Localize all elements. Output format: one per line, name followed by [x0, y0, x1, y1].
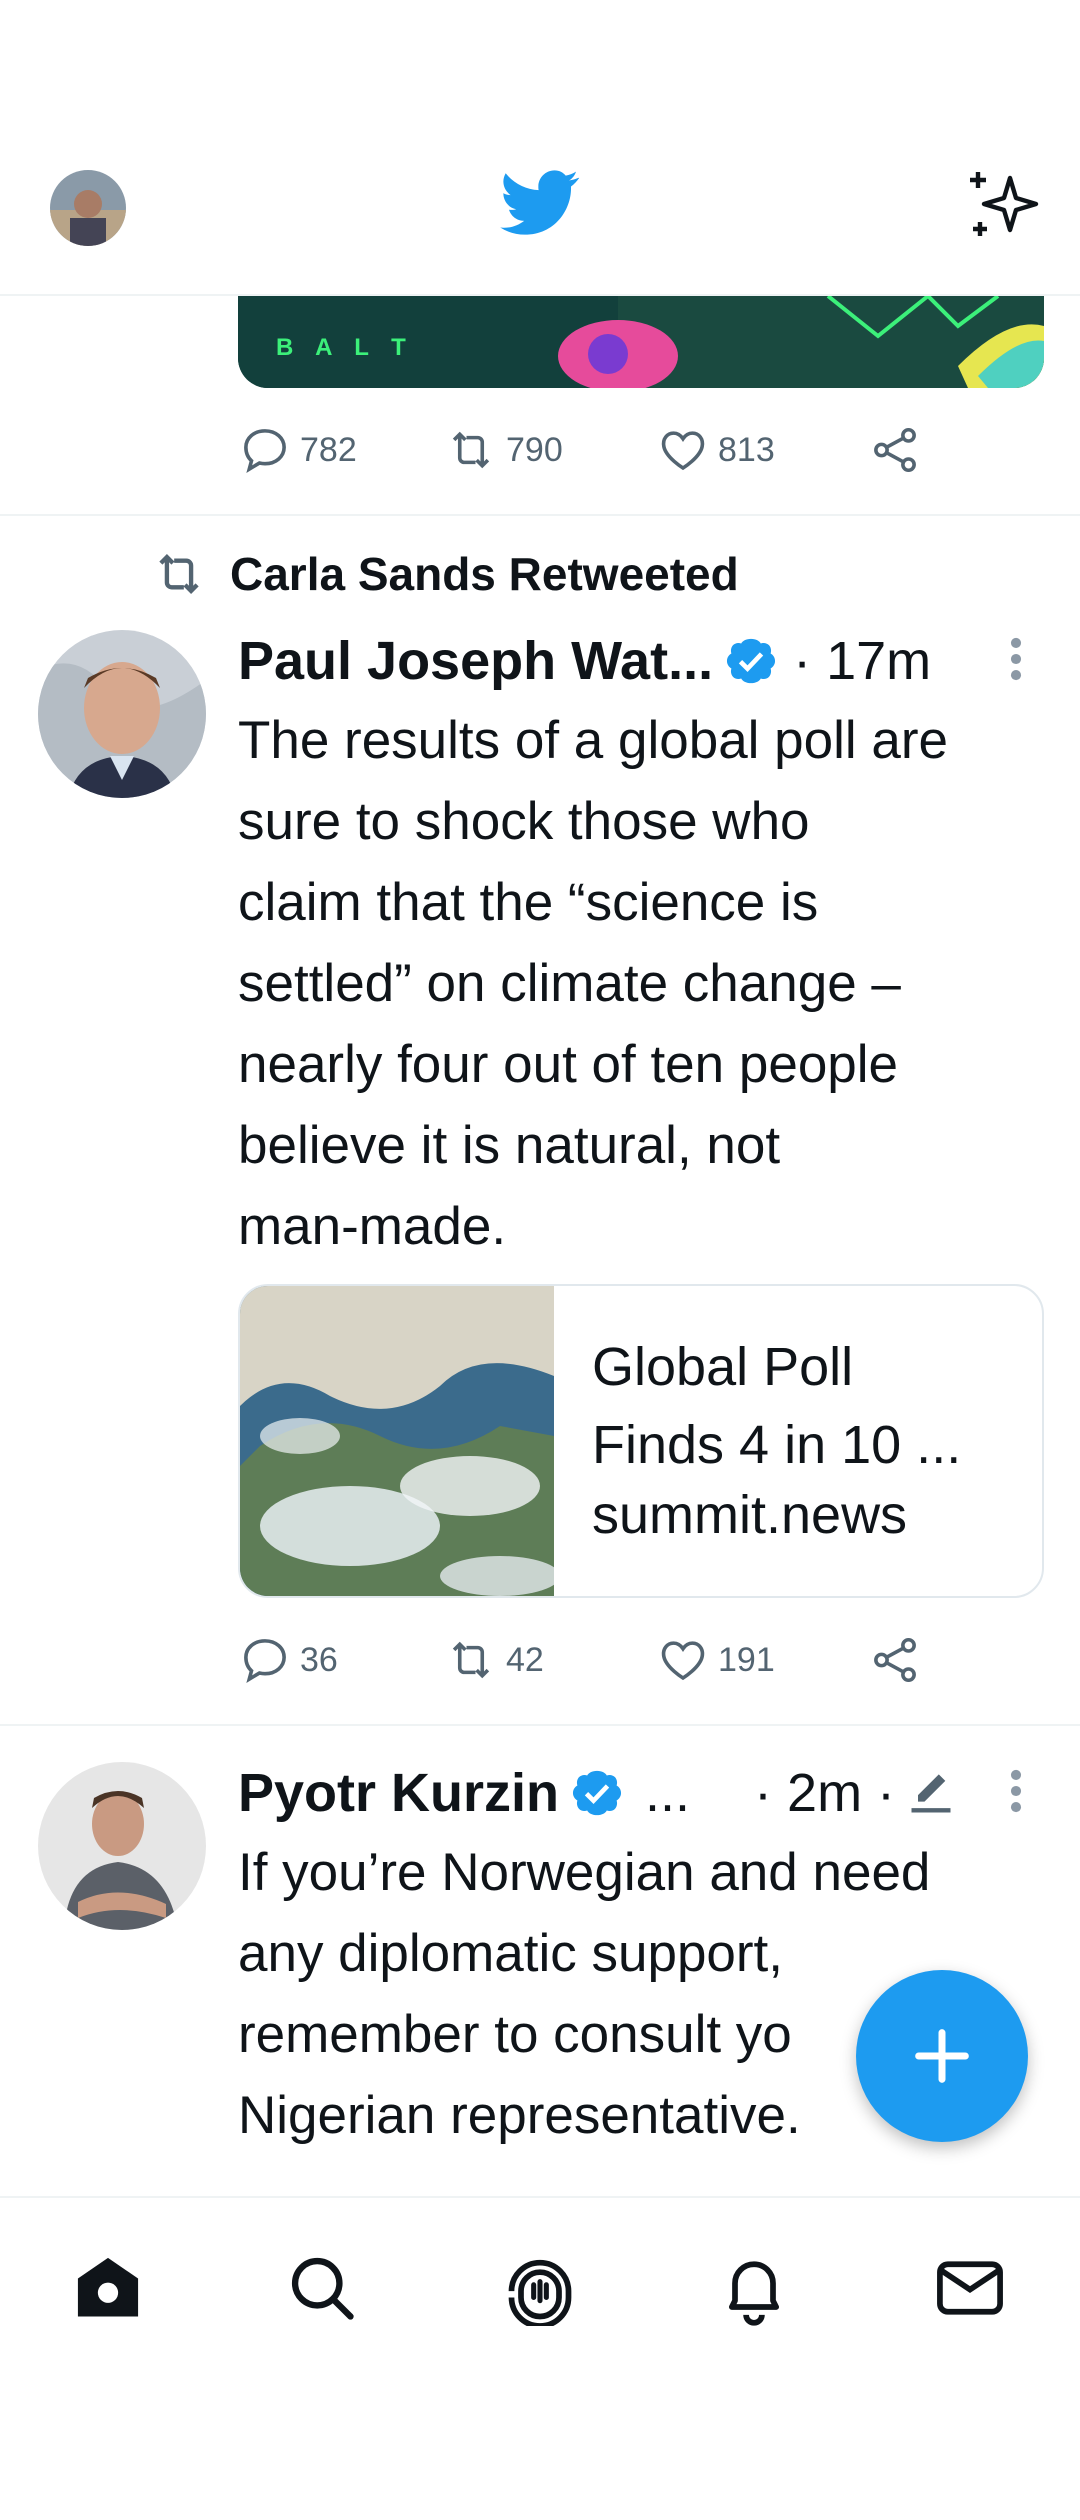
messages-icon[interactable]	[932, 2250, 1008, 2326]
tweet-media-image[interactable]: B A L T	[238, 296, 1044, 388]
tweet-time: · 2m ·	[754, 1763, 896, 1823]
retweet-button[interactable]: 790	[444, 420, 563, 480]
top-app-bar	[0, 0, 1080, 296]
verified-badge-icon	[572, 1770, 622, 1816]
card-title-line: Finds 4 in 10 ...	[592, 1415, 962, 1475]
author-handle-ellipsis: ...	[645, 1763, 691, 1823]
author-name[interactable]: Pyotr Kurzin	[238, 1762, 559, 1824]
reply-button[interactable]: 782	[238, 420, 357, 480]
reply-count: 782	[300, 430, 357, 469]
heart-icon	[661, 431, 705, 471]
reply-icon	[244, 429, 286, 473]
reply-icon	[244, 1639, 286, 1683]
retweeted-by-label: Carla Sands Retweeted	[230, 548, 739, 600]
verified-badge-icon	[727, 638, 776, 684]
profile-avatar[interactable]	[50, 170, 126, 246]
tweet-text-line: The results of a global poll are	[238, 711, 949, 770]
compose-tweet-button[interactable]	[856, 1970, 1028, 2142]
like-button[interactable]: 191	[656, 1630, 775, 1690]
share-button[interactable]	[868, 420, 922, 480]
author-avatar[interactable]	[38, 1762, 206, 1930]
like-button[interactable]: 813	[656, 420, 775, 480]
retweet-count: 42	[506, 1640, 544, 1679]
card-domain: summit.news	[592, 1485, 908, 1545]
sparkle-icon[interactable]	[962, 166, 1042, 246]
retweet-icon	[452, 1641, 490, 1679]
retweet-icon	[159, 554, 199, 594]
retweet-context[interactable]: Carla Sands Retweeted	[150, 544, 739, 604]
search-icon[interactable]	[284, 2250, 360, 2326]
reply-button[interactable]: 36	[238, 1630, 338, 1690]
edit-icon	[911, 1774, 951, 1813]
author-name[interactable]: Paul Joseph Wat...	[238, 630, 713, 692]
share-icon	[874, 1637, 916, 1683]
home-icon[interactable]	[70, 2250, 146, 2326]
card-thumbnail-image	[240, 1286, 554, 1596]
tweet-text: The results of a global poll are sure to…	[238, 700, 1048, 1267]
more-options-icon[interactable]	[1004, 1768, 1028, 1814]
retweet-button[interactable]: 42	[444, 1630, 544, 1690]
tweet-text-line: nearly four out of ten people	[238, 1035, 899, 1094]
tweet-header: Paul Joseph Wat... · 17m	[238, 626, 931, 696]
author-avatar[interactable]	[38, 630, 206, 798]
card-title: Global Poll Finds 4 in 10 ...	[592, 1328, 1022, 1484]
notifications-icon[interactable]	[716, 2250, 792, 2326]
bottom-tab-bar	[0, 2196, 1080, 2368]
tweet-text-line: sure to shock those who	[238, 792, 810, 851]
tweet-header: Pyotr Kurzin ... · 2m ·	[238, 1758, 957, 1828]
heart-icon	[661, 1641, 705, 1681]
tweet-text-line: If you’re Norwegian and need	[238, 1843, 931, 1902]
tweet-time: · 17m	[793, 631, 932, 691]
tweet-text-line: man-made.	[238, 1197, 507, 1256]
tweet-text-line: believe it is natural, not	[238, 1116, 781, 1175]
retweet-icon	[452, 431, 490, 469]
tweet-text-line: settled” on climate change –	[238, 954, 901, 1013]
share-button[interactable]	[868, 1630, 922, 1690]
media-caption: B A L T	[276, 334, 414, 361]
like-count: 191	[718, 1640, 775, 1679]
retweet-count: 790	[506, 430, 563, 469]
tweet-divider	[0, 514, 1080, 516]
tweet-actions-bar: 782 790 813	[238, 420, 958, 480]
more-options-icon[interactable]	[1004, 636, 1028, 682]
card-title-line: Global Poll	[592, 1337, 854, 1397]
share-icon	[874, 427, 916, 473]
link-preview-card[interactable]: Global Poll Finds 4 in 10 ... summit.new…	[238, 1284, 1044, 1598]
tweet-actions-bar: 36 42 191	[238, 1630, 958, 1690]
reply-count: 36	[300, 1640, 338, 1679]
like-count: 813	[718, 430, 775, 469]
tweet-text-line: claim that the “science is	[238, 873, 819, 932]
spaces-icon[interactable]	[502, 2250, 578, 2326]
tweet-divider	[0, 1724, 1080, 1726]
plus-icon	[915, 2029, 969, 2083]
twitter-bird-icon[interactable]	[500, 170, 580, 236]
